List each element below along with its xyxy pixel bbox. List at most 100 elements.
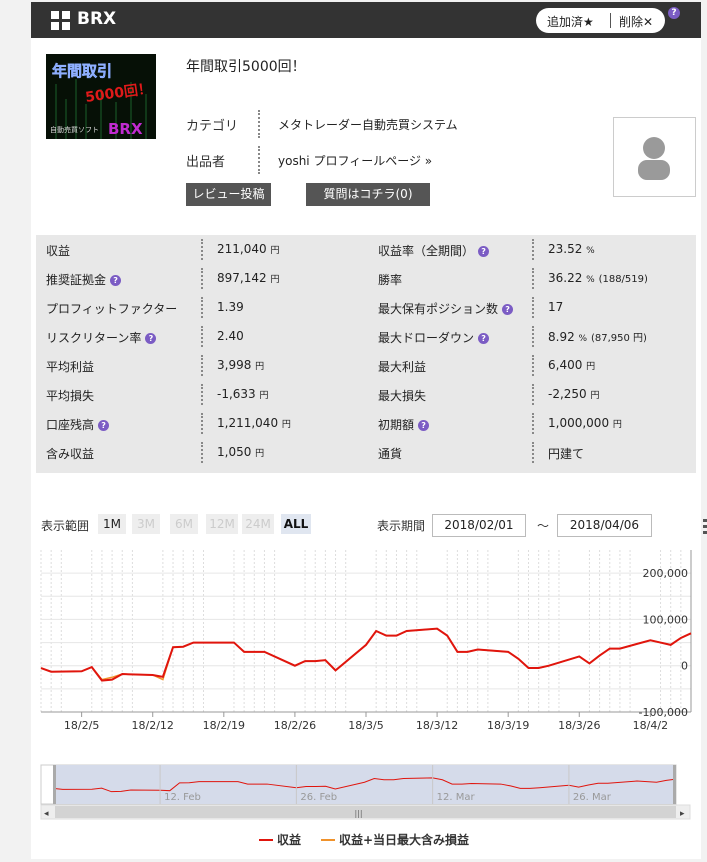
- stat-label: 平均利益: [46, 360, 95, 374]
- navigator-handle-right: [673, 765, 676, 804]
- stat-label: リスクリターン率?: [46, 329, 157, 346]
- range-button-6m[interactable]: 6M: [170, 514, 198, 534]
- help-icon[interactable]: ?: [98, 420, 110, 431]
- help-icon[interactable]: ?: [668, 7, 680, 19]
- x-tick-label: 18/3/26: [558, 719, 600, 732]
- range-button-24m[interactable]: 24M: [242, 514, 274, 534]
- help-icon[interactable]: ?: [502, 304, 514, 315]
- x-tick-label: 18/2/19: [203, 719, 245, 732]
- person-icon: [638, 137, 670, 180]
- stats-table: 収益 211,040 円 収益率（全期間）? 23.52 % 推奨証拠金? 897,142…: [36, 235, 696, 473]
- stat-label: 最大ドローダウン?: [378, 329, 490, 346]
- product-title: 年間取引5000回！: [186, 59, 306, 75]
- dotted-divider: [201, 239, 203, 260]
- stat-label: 勝率: [378, 273, 403, 287]
- help-icon[interactable]: ?: [145, 333, 157, 344]
- dotted-divider: [532, 355, 534, 376]
- dotted-divider: [532, 413, 534, 434]
- stat-value: -2,250 円: [548, 387, 600, 401]
- help-icon[interactable]: ?: [478, 333, 490, 344]
- y-tick-label: 100,000: [643, 613, 689, 626]
- product-card: BRX 追加済★ 削除✕ ? 年間取引 5000回！ 自動売買ソフト BRX 年…: [31, 2, 707, 862]
- delete-button[interactable]: 削除✕: [619, 13, 653, 30]
- stat-value: 1.39: [217, 300, 244, 314]
- stat-value: 6,400 円: [548, 358, 596, 372]
- help-icon[interactable]: ?: [110, 275, 122, 286]
- dotted-divider: [532, 384, 534, 405]
- series-line-profit: [40, 627, 692, 682]
- stat-value: 8.92 % (87,950 円): [548, 330, 647, 344]
- dotted-divider: [532, 297, 534, 318]
- stat-label: 最大損失: [378, 389, 427, 403]
- thumb-text-1: 年間取引: [52, 62, 112, 80]
- x-tick-label: 18/4/2: [633, 719, 668, 732]
- x-tick-label: 18/3/12: [416, 719, 458, 732]
- legend-label: 収益: [277, 832, 301, 847]
- category-value[interactable]: メタトレーダー自動売買システム: [278, 116, 458, 133]
- profit-chart[interactable]: 200,000 100,000 0 -100,000 18/2/5 18/2/12 18/2…: [31, 532, 701, 862]
- category-label: カテゴリ: [186, 119, 239, 134]
- scrollbar-grip: |||: [354, 809, 362, 818]
- stat-value: 円建て: [548, 447, 585, 461]
- chart-menu-icon[interactable]: [703, 519, 707, 537]
- dotted-divider: [201, 326, 203, 347]
- x-tick-label: 18/3/5: [348, 719, 383, 732]
- scrollbar-thumb: [55, 806, 676, 818]
- dotted-divider: [532, 326, 534, 347]
- stat-label: 平均損失: [46, 389, 95, 403]
- help-icon[interactable]: ?: [418, 420, 430, 431]
- grid-icon: [51, 11, 70, 30]
- navigator-tick-label: 12. Mar: [437, 792, 476, 803]
- stats-row: 平均利益 3,998 円 最大利益 6,400 円: [36, 351, 696, 380]
- stat-value: 1,050 円: [217, 445, 265, 459]
- header-bar: BRX 追加済★ 削除✕ ?: [31, 2, 701, 38]
- navigator-handle-left: [53, 765, 56, 804]
- x-tick-label: 18/2/5: [64, 719, 99, 732]
- stat-label: 初期額?: [378, 416, 430, 433]
- thumb-text-4: BRX: [108, 120, 143, 138]
- legend-label: 収益+当日最大含み損益: [339, 832, 469, 847]
- dotted-divider: [532, 239, 534, 260]
- stats-row: 含み収益 1,050 円 通貨 円建て: [36, 438, 696, 467]
- thumbnail-art: 年間取引 5000回！ 自動売買ソフト BRX: [46, 54, 156, 139]
- stat-value: 1,211,040 円: [217, 416, 291, 430]
- range-button-3m[interactable]: 3M: [132, 514, 160, 534]
- action-pill: 追加済★ 削除✕: [536, 8, 665, 33]
- thumb-text-3: 自動売買ソフト: [50, 125, 99, 134]
- stat-value: 23.52 %: [548, 242, 595, 256]
- stat-label: 通貨: [378, 447, 403, 461]
- stat-value: 17: [548, 300, 564, 314]
- stat-value: 897,142 円: [217, 271, 280, 285]
- stats-row: プロフィットファクター 1.39 最大保有ポジション数? 17: [36, 293, 696, 322]
- stats-row: 推奨証拠金? 897,142 円 勝率 36.22 % (188/519): [36, 264, 696, 293]
- navigator-tick-label: 26. Mar: [573, 792, 612, 803]
- question-button[interactable]: 質問はコチラ(0): [306, 183, 430, 206]
- x-tick-label: 18/3/19: [487, 719, 529, 732]
- series-line-profit-plus: [40, 627, 692, 681]
- dotted-divider: [201, 268, 203, 289]
- stat-label: 含み収益: [46, 447, 95, 461]
- stat-label: 最大保有ポジション数?: [378, 300, 514, 317]
- added-button[interactable]: 追加済★: [547, 13, 594, 30]
- product-thumbnail[interactable]: 年間取引 5000回！ 自動売買ソフト BRX: [46, 54, 156, 139]
- stat-value: 36.22 % (188/519): [548, 271, 648, 285]
- stat-label: 口座残高?: [46, 416, 110, 433]
- y-tick-label: -100,000: [639, 706, 688, 719]
- scroll-right-arrow: ▸: [680, 809, 685, 819]
- range-button-12m[interactable]: 12M: [206, 514, 238, 534]
- range-button-1m[interactable]: 1M: [98, 514, 126, 534]
- range-button-all[interactable]: ALL: [281, 514, 311, 534]
- seller-avatar[interactable]: [613, 117, 696, 197]
- review-button[interactable]: レビュー投稿: [186, 183, 271, 206]
- y-tick-label: 200,000: [643, 567, 689, 580]
- stats-row: 口座残高? 1,211,040 円 初期額? 1,000,000 円: [36, 409, 696, 438]
- x-tick-label: 18/2/26: [274, 719, 316, 732]
- stat-label: 推奨証拠金?: [46, 271, 122, 288]
- dotted-divider: [258, 146, 260, 174]
- seller-link[interactable]: yoshi プロフィールページ »: [278, 152, 432, 169]
- seller-label: 出品者: [186, 155, 226, 170]
- dotted-divider: [201, 297, 203, 318]
- help-icon[interactable]: ?: [478, 246, 490, 257]
- scroll-left-arrow: ◂: [44, 809, 49, 819]
- y-tick-label: 0: [681, 660, 688, 673]
